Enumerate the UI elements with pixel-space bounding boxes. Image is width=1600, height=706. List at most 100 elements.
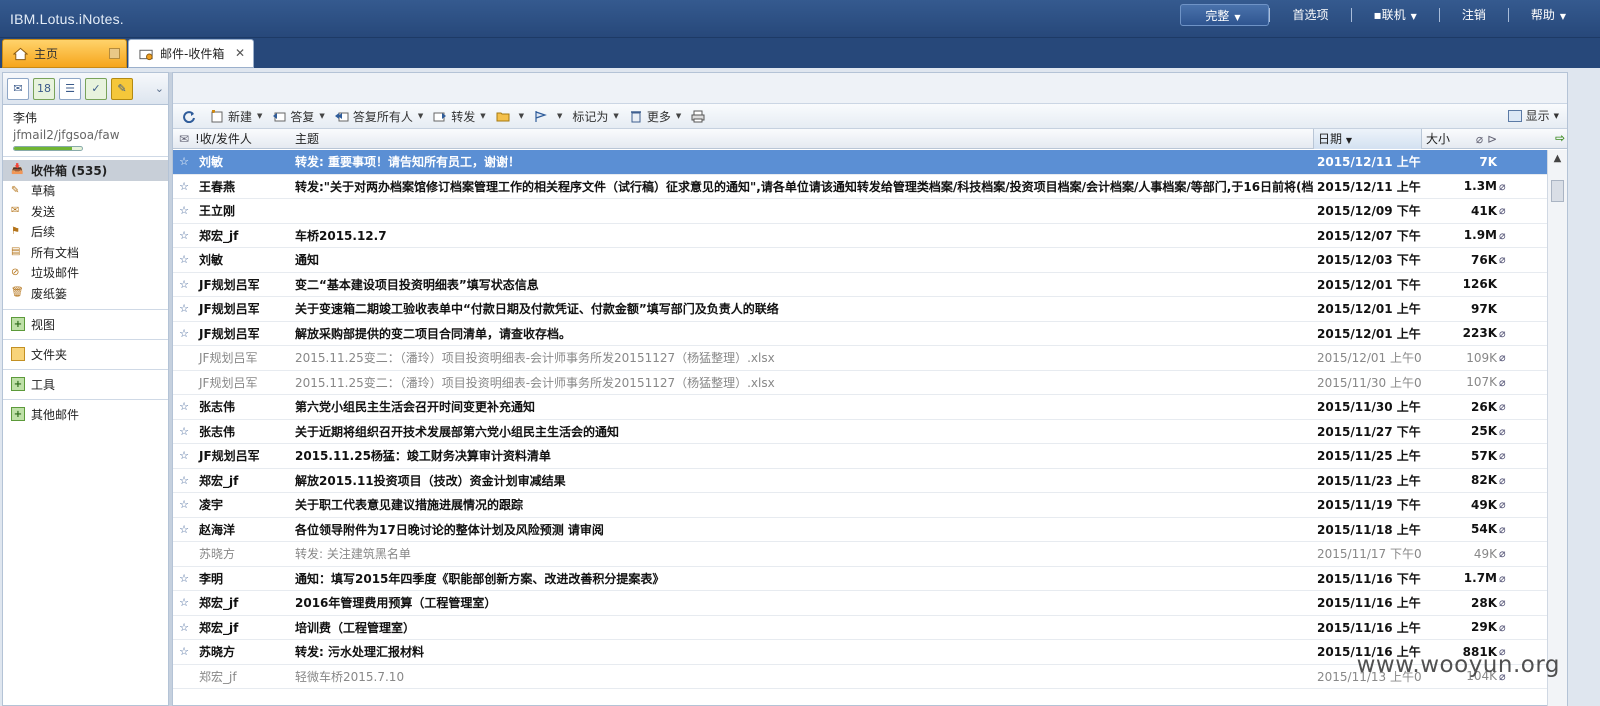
table-row[interactable]: ☆ 王春燕 转发:"关于对两办档案馆修订档案管理工作的相关程序文件（试行稿）征求意见… [173, 174, 1547, 199]
folder-item[interactable]: ✉ 发送 [3, 201, 168, 222]
star-icon[interactable]: ☆ [173, 155, 195, 168]
table-row[interactable]: ☆ 张志伟 第六党小组民主生活会召开时间变更补充通知 2015/11/30 上午08:… [173, 395, 1547, 420]
group-tools[interactable]: + 工具 [3, 368, 168, 399]
contacts-icon[interactable]: ☰ [59, 77, 81, 100]
message-list-scrollbar[interactable]: ▲ [1547, 150, 1567, 706]
column-size[interactable]: 大小 ⌀ ⊳ [1421, 128, 1501, 149]
cell-date: 2015/12/01 上午11:1 [1317, 302, 1421, 317]
folder-item[interactable]: ▤ 所有文档 [3, 242, 168, 263]
print-button[interactable] [686, 105, 714, 127]
table-row[interactable]: ☆ 郑宏_jf 解放2015.11投资项目（技改）资金计划审减结果 2015/11/2… [173, 468, 1547, 493]
table-row[interactable]: 苏晓方 转发: 关注建筑黑名单 2015/11/17 下午02:3 49K⌀ [173, 542, 1547, 567]
cell-from: 苏晓方 [199, 645, 236, 660]
table-row[interactable]: ☆苏晓方转发: 污水处理汇报材料2015/11/16 上午08:1881K⌀ [173, 640, 1547, 665]
table-row[interactable]: 郑宏_jf轻微车桥2015.7.102015/11/13 上午09:4104K⌀ [173, 664, 1547, 689]
table-row[interactable]: ☆ 赵海洋 各位领导附件为17日晚讨论的整体计划及风险预测 请审阅 2015/11/1… [173, 517, 1547, 542]
refresh-button[interactable] [177, 105, 205, 127]
tab-options-icon[interactable] [109, 48, 120, 59]
follow-up-button[interactable]: ▼ [529, 105, 567, 127]
todo-icon[interactable]: ✓ [85, 77, 107, 100]
star-icon[interactable]: ☆ [173, 645, 195, 658]
table-row[interactable]: ☆ 郑宏_jf 车桥2015.12.7 2015/12/07 下午12:1 1.9M⌀ [173, 223, 1547, 248]
table-row[interactable]: ☆ 凌宇 关于职工代表意见建议措施进展情况的跟踪 2015/11/19 下午04:4 4… [173, 493, 1547, 518]
drafts-icon: ✎ [11, 184, 20, 196]
logout-link[interactable]: 注销 [1440, 4, 1508, 26]
scroll-thumb[interactable] [1551, 180, 1564, 202]
forward-button[interactable]: 转发 ▼ [428, 105, 490, 127]
reply-button[interactable]: 答复 ▼ [267, 105, 329, 127]
cell-date: 2015/12/07 下午12:1 [1317, 228, 1421, 243]
folder-item[interactable]: 📥 收件箱 (535) [3, 160, 168, 181]
status-menu[interactable]: 完整 ▼ [1180, 4, 1270, 26]
table-row[interactable]: ☆ 李明 通知：填写2015年四季度《职能部创新方案、改进改善积分提案表》 2015/… [173, 566, 1547, 591]
tab-mail-inbox[interactable]: 邮件-收件箱 ✕ [128, 39, 254, 68]
table-row[interactable]: ☆ JF规划吕军 2015.11.25杨猛：竣工财务决算审计资料清单 2015/11/… [173, 444, 1547, 469]
star-icon[interactable]: ☆ [173, 327, 195, 340]
forward-icon [433, 112, 447, 121]
star-icon[interactable]: ☆ [173, 449, 195, 462]
move-to-folder-button[interactable]: ▼ [491, 105, 529, 127]
more-button[interactable]: 更多 ▼ [624, 105, 686, 127]
attachment-icon: ⌀ [1499, 253, 1506, 267]
column-date[interactable]: 日期 ▼ [1313, 128, 1421, 149]
attachment-icon: ⌀ [1499, 424, 1506, 438]
show-menu[interactable]: 显示 ▼ [1507, 107, 1559, 124]
group-views[interactable]: + 视图 [3, 308, 168, 339]
group-folders[interactable]: 文件夹 [3, 338, 168, 369]
star-icon[interactable]: ☆ [173, 621, 195, 634]
star-icon[interactable]: ☆ [173, 253, 195, 266]
preferences-link[interactable]: 首选项 [1270, 4, 1350, 26]
online-menu[interactable]: ▪联机 ▼ [1352, 4, 1439, 26]
tab-mail-label: 邮件-收件箱 [160, 47, 225, 61]
help-menu[interactable]: 帮助 ▼ [1509, 4, 1588, 26]
star-icon[interactable]: ☆ [173, 425, 195, 438]
folder-item[interactable]: ⚑ 后续 [3, 222, 168, 243]
table-row[interactable]: ☆ 刘敏 转发: 重要事项！请告知所有员工，谢谢！ 2015/12/11 上午09:0… [173, 150, 1547, 175]
group-other-mail[interactable]: + 其他邮件 [3, 398, 168, 429]
star-icon[interactable]: ☆ [173, 596, 195, 609]
table-row[interactable]: ☆ JF规划吕军 变二“基本建设项目投资明细表”填写状态信息 2015/12/01 下… [173, 272, 1547, 297]
table-row[interactable]: ☆ 张志伟 关于近期将组织召开技术发展部第六党小组民主生活会的通知 2015/11/2… [173, 419, 1547, 444]
star-icon[interactable]: ☆ [173, 474, 195, 487]
star-icon[interactable]: ☆ [173, 180, 195, 193]
table-row[interactable]: JF规划吕军 2015.11.25变二：（潘玲）项目投资明细表-会计师事务所发20… [173, 346, 1547, 371]
calendar-icon[interactable]: 18 [33, 77, 55, 100]
expand-more-icon[interactable]: ⌄ [155, 82, 164, 95]
table-row[interactable]: ☆ JF规划吕军 关于变速箱二期竣工验收表单中“付款日期及付款凭证、付款金额”填写部… [173, 297, 1547, 322]
star-icon[interactable]: ☆ [173, 229, 195, 242]
cell-subject: 解放2015.11投资项目（技改）资金计划审减结果 [295, 473, 566, 488]
table-row[interactable]: ☆ JF规划吕军 解放采购部提供的变二项目合同清单，请查收存档。 2015/12/01… [173, 321, 1547, 346]
attachment-icon: ⌀ [1499, 326, 1506, 340]
star-icon[interactable]: ☆ [173, 204, 195, 217]
cell-subject: 2016年管理费用预算（工程管理室） [295, 596, 497, 611]
cell-size: 76K [1471, 252, 1497, 267]
star-icon[interactable]: ☆ [173, 400, 195, 413]
scroll-up-icon[interactable]: ▲ [1548, 150, 1567, 168]
notebook-icon[interactable]: ✎ [111, 77, 133, 100]
star-icon[interactable]: ☆ [173, 498, 195, 511]
tab-home[interactable]: 主页 [2, 39, 127, 68]
folder-item[interactable]: ⊘ 垃圾邮件 [3, 263, 168, 284]
table-row[interactable]: ☆ 郑宏_jf 2016年管理费用预算（工程管理室） 2015/11/16 上午08:… [173, 591, 1547, 616]
chevron-down-icon: ▼ [1410, 12, 1417, 21]
new-button[interactable]: 新建 ▼ [205, 105, 267, 127]
star-icon[interactable]: ☆ [173, 572, 195, 585]
close-icon[interactable]: ✕ [235, 46, 245, 60]
cell-from: 凌宇 [199, 498, 224, 513]
reply-all-button[interactable]: 答复所有人 ▼ [330, 105, 428, 127]
column-subject[interactable]: 主题 [291, 130, 1313, 147]
star-icon[interactable]: ☆ [173, 302, 195, 315]
star-icon[interactable]: ☆ [173, 523, 195, 536]
mark-as-button[interactable]: 标记为 ▼ [567, 105, 623, 127]
mail-app-icon[interactable]: ✉ [7, 77, 29, 100]
table-row[interactable]: JF规划吕军 2015.11.25变二：（潘玲）项目投资明细表-会计师事务所发20… [173, 370, 1547, 395]
folder-item[interactable]: 🗑 废纸篓 [3, 283, 168, 304]
message-list: ☆ 刘敏 转发: 重要事项！请告知所有员工，谢谢！ 2015/12/11 上午09:0… [173, 150, 1547, 706]
table-row[interactable]: ☆ 郑宏_jf 培训费（工程管理室） 2015/11/16 上午08:2 29K⌀ [173, 615, 1547, 640]
table-row[interactable]: ☆ 王立刚 2015/12/09 下午01:4 41K⌀ [173, 199, 1547, 224]
column-from[interactable]: !收/发件人 [195, 130, 291, 147]
star-icon[interactable]: ☆ [173, 278, 195, 291]
folder-item[interactable]: ✎ 草稿 [3, 181, 168, 202]
expand-arrow-icon[interactable]: ⇨ [1555, 131, 1565, 145]
table-row[interactable]: ☆ 刘敏 通知 2015/12/03 下午03:1 76K⌀ [173, 248, 1547, 273]
